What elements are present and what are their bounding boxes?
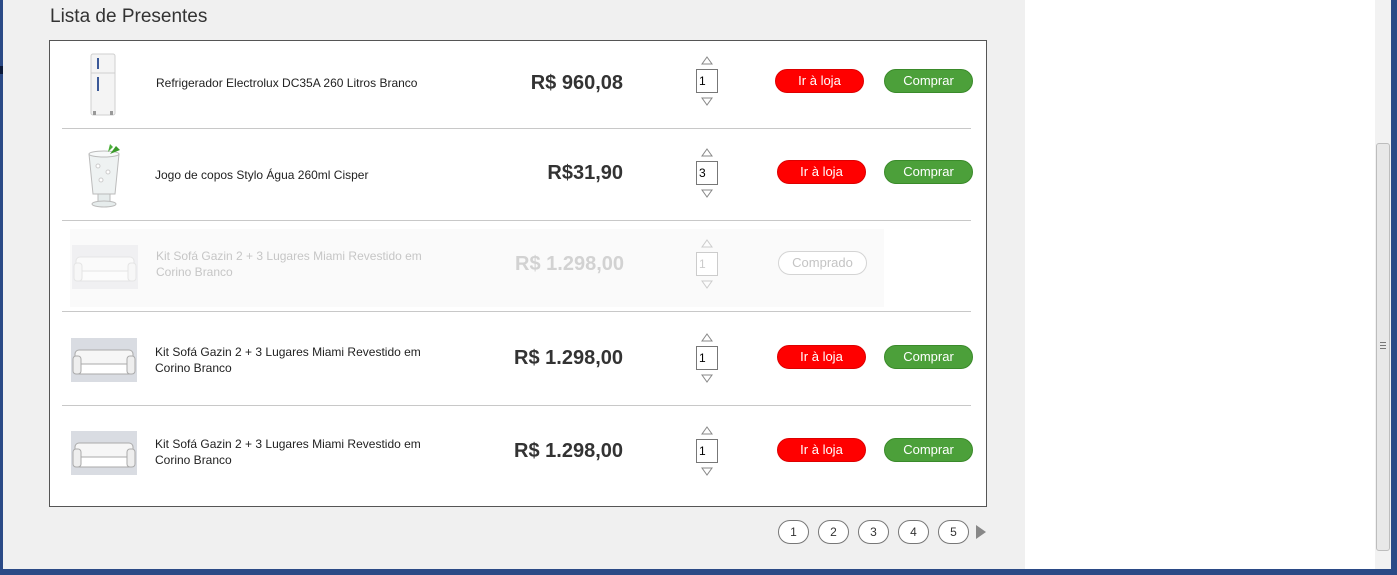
buy-button[interactable]: Comprar [884,160,973,184]
product-name[interactable]: Kit Sofá Gazin 2 + 3 Lugares Miami Reves… [155,344,455,376]
sofa-icon [71,338,137,382]
fridge-icon [90,53,116,116]
gift-list-panel: Lista de Presentes Refrigerador Electrol… [3,0,1025,569]
row-divider [62,220,971,221]
qty-increase-icon[interactable] [701,56,713,65]
qty-increase-icon[interactable] [701,148,713,157]
page-4-button[interactable]: 4 [898,520,929,544]
gift-list: Refrigerador Electrolux DC35A 260 Litros… [49,40,987,507]
row-divider [62,128,971,129]
qty-decrease-icon [701,280,713,289]
page-5-button[interactable]: 5 [938,520,969,544]
window-frame-right [1391,0,1397,569]
quantity-input[interactable]: 1 [696,346,718,370]
page-title: Lista de Presentes [50,6,208,27]
page-1-button[interactable]: 1 [778,520,809,544]
qty-decrease-icon[interactable] [701,189,713,198]
window-frame-bottom [0,569,1397,575]
qty-increase-icon[interactable] [701,333,713,342]
product-name: Kit Sofá Gazin 2 + 3 Lugares Miami Reves… [156,249,422,279]
go-to-store-button[interactable]: Ir à loja [777,438,866,462]
sofa-icon [71,431,137,475]
quantity-input[interactable]: 1 [696,439,718,463]
page-2-button[interactable]: 2 [818,520,849,544]
scrollbar-grip-icon [1380,342,1386,349]
qty-increase-icon [701,239,713,248]
product-price: R$31,90 [547,162,623,184]
quantity-input[interactable]: 3 [696,161,718,185]
buy-button[interactable]: Comprar [884,438,973,462]
sofa-icon [72,245,138,289]
product-name[interactable]: Jogo de copos Stylo Água 260ml Cisper [155,167,475,183]
buy-button[interactable]: Comprar [884,345,973,369]
quantity-input: 1 [696,252,718,276]
row-divider [62,311,971,312]
qty-increase-icon[interactable] [701,426,713,435]
product-price: R$ 1.298,00 [514,347,623,369]
purchased-badge: Comprado [778,251,867,275]
go-to-store-button[interactable]: Ir à loja [777,345,866,369]
buy-button[interactable]: Comprar [884,69,973,93]
row-divider [62,405,971,406]
product-price: R$ 1.298,00 [514,440,623,462]
product-name[interactable]: Kit Sofá Gazin 2 + 3 Lugares Miami Reves… [155,436,455,468]
product-price: R$ 1.298,00 [515,253,624,275]
next-arrow-icon[interactable] [976,525,986,539]
qty-decrease-icon[interactable] [701,467,713,476]
go-to-store-button[interactable]: Ir à loja [775,69,864,93]
quantity-input[interactable]: 1 [696,69,718,93]
qty-decrease-icon[interactable] [701,97,713,106]
go-to-store-button[interactable]: Ir à loja [777,160,866,184]
page-3-button[interactable]: 3 [858,520,889,544]
product-name[interactable]: Refrigerador Electrolux DC35A 260 Litros… [156,75,476,91]
glass-icon [88,144,120,208]
product-price: R$ 960,08 [530,72,623,94]
qty-decrease-icon[interactable] [701,374,713,383]
